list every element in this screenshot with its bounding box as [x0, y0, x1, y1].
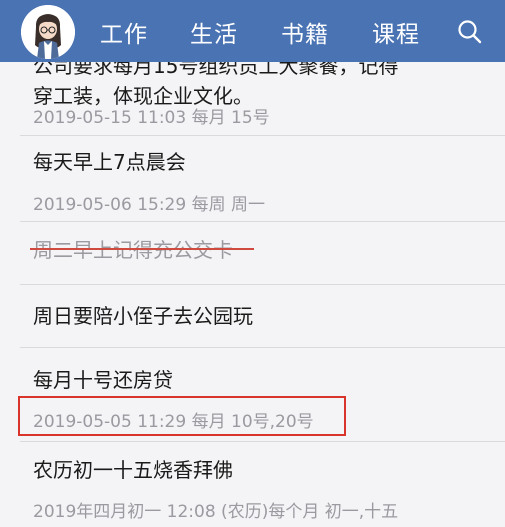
- item-title: 每月十号还房贷: [33, 368, 173, 392]
- item-title: 农历初一十五烧香拜佛: [33, 458, 233, 482]
- girl-avatar-icon[interactable]: [21, 5, 75, 59]
- search-icon[interactable]: [455, 17, 485, 47]
- item-meta: 2019年四月初一 12:08 (农历)每个月 初一,十五: [33, 502, 399, 522]
- list-item[interactable]: 农历初一十五烧香拜佛 2019年四月初一 12:08 (农历)每个月 初一,十五: [0, 442, 505, 527]
- tab-work[interactable]: 工作: [100, 15, 148, 49]
- list-item[interactable]: 每天早上7点晨会 2019-05-06 15:29 每周 周一: [0, 136, 505, 220]
- app-header: 工作 生活 书籍 课程: [0, 0, 505, 62]
- list-item[interactable]: 周日要陪小侄子去公园玩: [0, 285, 505, 347]
- tab-life[interactable]: 生活: [190, 15, 238, 49]
- item-title: 每天早上7点晨会: [33, 150, 186, 174]
- item-meta: 2019-05-06 15:29 每周 周一: [33, 195, 265, 215]
- item-title: 周日要陪小侄子去公园玩: [33, 304, 253, 328]
- tab-books[interactable]: 书籍: [281, 15, 329, 49]
- tab-courses[interactable]: 课程: [372, 15, 420, 49]
- highlight-box: [18, 396, 346, 436]
- list-item[interactable]: 周二早上记得充公交卡: [0, 222, 505, 284]
- strikethrough-line: [30, 248, 254, 250]
- item-meta: 2019-05-15 11:03 每月 15号: [33, 108, 270, 128]
